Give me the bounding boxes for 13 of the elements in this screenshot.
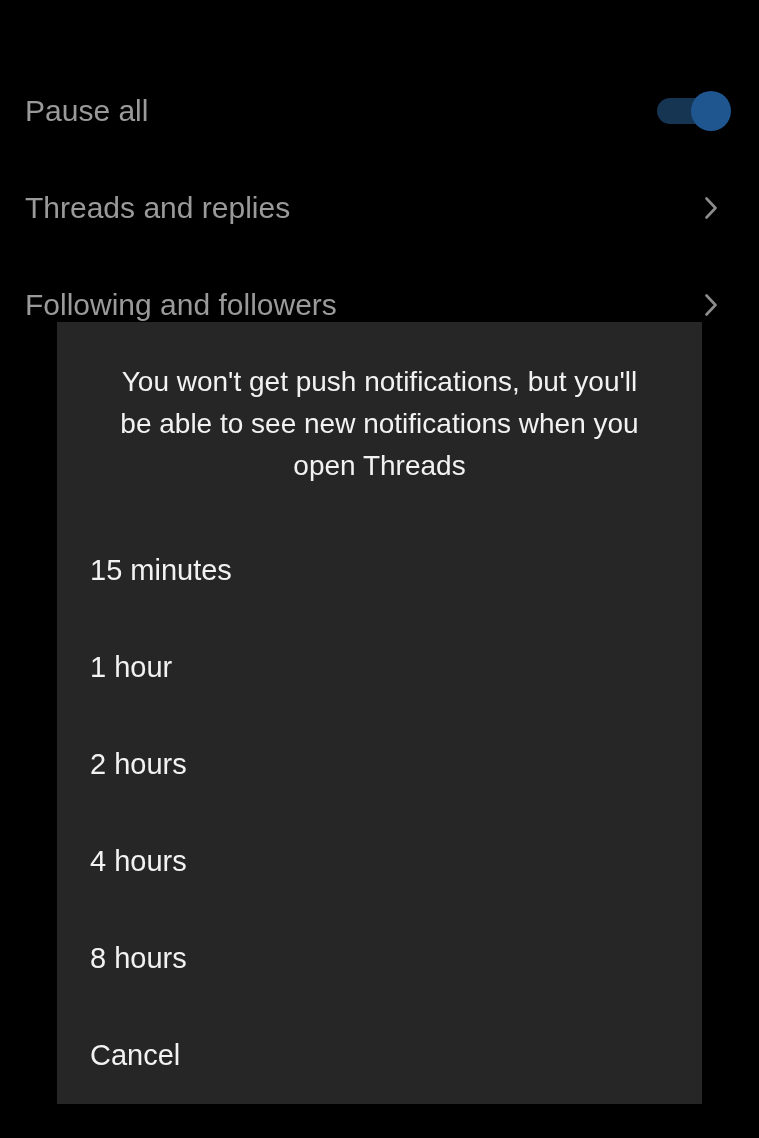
settings-item[interactable]: Following and followers [25, 286, 337, 323]
toggle-switch[interactable] [655, 89, 731, 132]
setting-label: Pause all [25, 92, 149, 129]
settings-item[interactable]: Threads and replies [25, 189, 291, 226]
cancel-button[interactable]: Cancel [90, 1037, 181, 1074]
dialog-message: You won't get push notifications, but you'll be able to see new notifications when you open Threads [119, 365, 640, 483]
duration-option[interactable]: 15 minutes [90, 552, 232, 589]
duration-option[interactable]: 2 hours [90, 746, 187, 783]
chevron-right-icon[interactable] [705, 293, 717, 316]
duration-option[interactable]: 4 hours [90, 843, 187, 880]
chevron-right-icon[interactable] [705, 196, 717, 219]
duration-option[interactable]: 1 hour [90, 649, 173, 686]
duration-option[interactable]: 8 hours [90, 940, 187, 977]
